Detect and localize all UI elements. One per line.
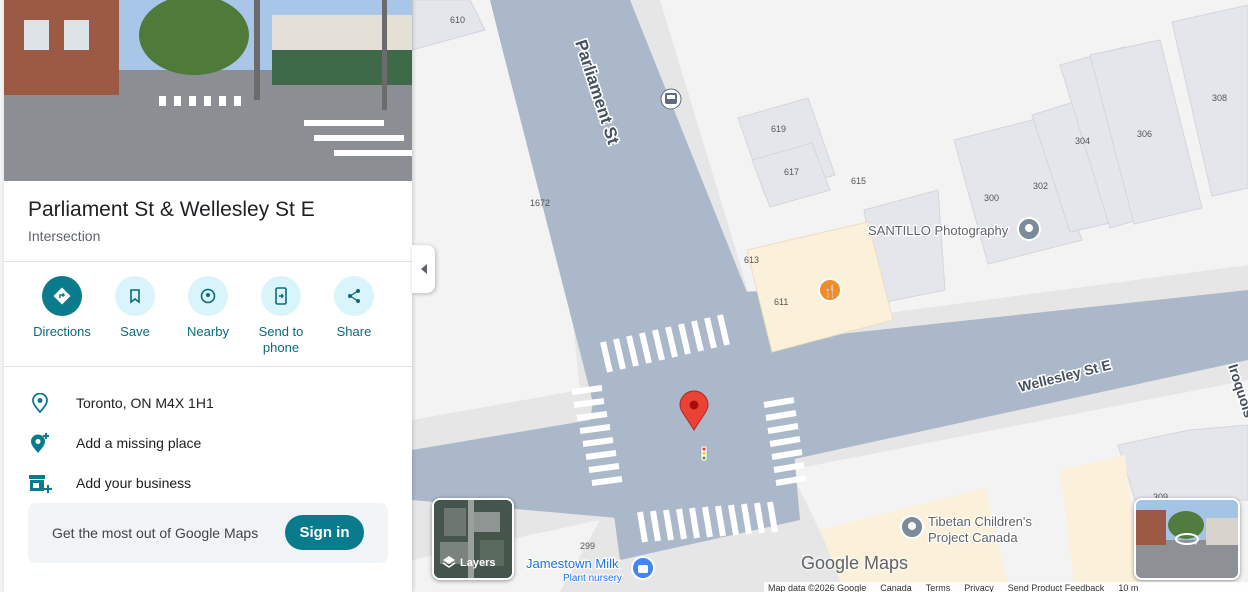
add-missing-place-text: Add a missing place bbox=[76, 435, 202, 451]
address-number: 610 bbox=[450, 15, 465, 25]
svg-text:🍴: 🍴 bbox=[823, 284, 838, 298]
nearby-icon bbox=[200, 288, 216, 304]
collapse-arrow-icon bbox=[420, 264, 427, 274]
google-maps-logo: Google Maps bbox=[801, 553, 909, 573]
share-icon bbox=[348, 289, 360, 303]
sign-in-button[interactable]: Sign in bbox=[285, 515, 364, 550]
poi-label-jamestown[interactable]: Jamestown Milk bbox=[525, 555, 620, 573]
poi-label-tibetan-2[interactable]: Project Canada bbox=[927, 529, 1020, 547]
poi-label-tibetan-1[interactable]: Tibetan Children's bbox=[927, 513, 1034, 531]
feedback-link[interactable]: Send Product Feedback bbox=[1008, 582, 1105, 592]
share-button[interactable]: Share bbox=[314, 276, 394, 340]
add-missing-place-row[interactable]: Add a missing place bbox=[28, 431, 201, 455]
address-number: 302 bbox=[1033, 181, 1048, 191]
address-row[interactable]: Toronto, ON M4X 1H1 bbox=[28, 391, 214, 415]
address-number: 308 bbox=[1212, 93, 1227, 103]
rotate-360-icon bbox=[1175, 533, 1199, 545]
bookmark-icon bbox=[130, 289, 140, 304]
storefront-add-icon bbox=[28, 471, 52, 495]
layers-label: Layers bbox=[460, 557, 496, 569]
layers-icon bbox=[442, 556, 456, 568]
action-label-line2: phone bbox=[262, 340, 300, 355]
traffic-light-icon bbox=[700, 445, 708, 462]
address-number: 306 bbox=[1137, 129, 1152, 139]
address-number: 299 bbox=[580, 541, 595, 551]
address-number: 300 bbox=[984, 193, 999, 203]
address-number: 619 bbox=[771, 124, 786, 134]
region-link[interactable]: Canada bbox=[880, 582, 912, 592]
street-view-photo[interactable] bbox=[4, 0, 412, 181]
directions-button[interactable]: Directions bbox=[22, 276, 102, 340]
layers-button[interactable]: Layers bbox=[432, 498, 514, 580]
map-data-credit: Map data ©2026 Google bbox=[768, 583, 867, 592]
place-panel: Parliament St & Wellesley St E Intersect… bbox=[4, 0, 412, 592]
address-text: Toronto, ON M4X 1H1 bbox=[76, 395, 214, 411]
map-footer: Map data ©2026 Google Canada Terms Priva… bbox=[764, 582, 1248, 592]
privacy-link[interactable]: Privacy bbox=[964, 582, 994, 592]
terms-link[interactable]: Terms bbox=[926, 582, 951, 592]
action-label-line1: Send to bbox=[258, 324, 304, 339]
place-title: Parliament St & Wellesley St E bbox=[28, 198, 315, 221]
address-number: 304 bbox=[1075, 136, 1090, 146]
poi-label-jamestown-sub: Plant nursery bbox=[563, 573, 622, 584]
divider bbox=[4, 366, 412, 367]
action-label: Send to phone bbox=[241, 324, 321, 356]
address-number: 1672 bbox=[530, 198, 550, 208]
poi-label-santillo[interactable]: SANTILLO Photography bbox=[867, 222, 1010, 240]
add-business-row[interactable]: Add your business bbox=[28, 471, 191, 495]
action-label: Directions bbox=[33, 324, 91, 339]
place-marker-icon[interactable] bbox=[1017, 217, 1041, 241]
action-label: Save bbox=[120, 324, 150, 339]
scale-label[interactable]: 10 m bbox=[1118, 582, 1138, 592]
place-category: Intersection bbox=[28, 228, 101, 244]
street-view-thumbnail[interactable] bbox=[1134, 498, 1240, 580]
save-button[interactable]: Save bbox=[95, 276, 175, 340]
bus-stop-icon[interactable] bbox=[660, 88, 682, 110]
address-number: 617 bbox=[784, 167, 799, 177]
shopping-bag-icon[interactable] bbox=[631, 556, 655, 580]
place-marker-icon[interactable] bbox=[900, 515, 924, 539]
address-number: 615 bbox=[851, 176, 866, 186]
location-pin-outline-icon bbox=[28, 391, 52, 415]
directions-icon bbox=[53, 287, 71, 305]
send-to-phone-icon bbox=[275, 287, 287, 305]
add-business-text: Add your business bbox=[76, 475, 192, 491]
address-number: 613 bbox=[744, 255, 759, 265]
add-place-icon bbox=[28, 431, 52, 455]
restaurant-icon[interactable]: 🍴 bbox=[818, 278, 842, 302]
divider bbox=[4, 261, 412, 262]
signin-promo: Get the most out of Google Maps Sign in bbox=[28, 503, 388, 563]
send-to-phone-button[interactable]: Send to phone bbox=[241, 276, 321, 356]
nearby-button[interactable]: Nearby bbox=[168, 276, 248, 340]
action-label: Nearby bbox=[187, 324, 229, 339]
collapse-panel-button[interactable] bbox=[412, 245, 435, 293]
signin-message: Get the most out of Google Maps bbox=[52, 525, 259, 541]
action-label: Share bbox=[336, 324, 372, 339]
address-number: 611 bbox=[774, 297, 788, 307]
